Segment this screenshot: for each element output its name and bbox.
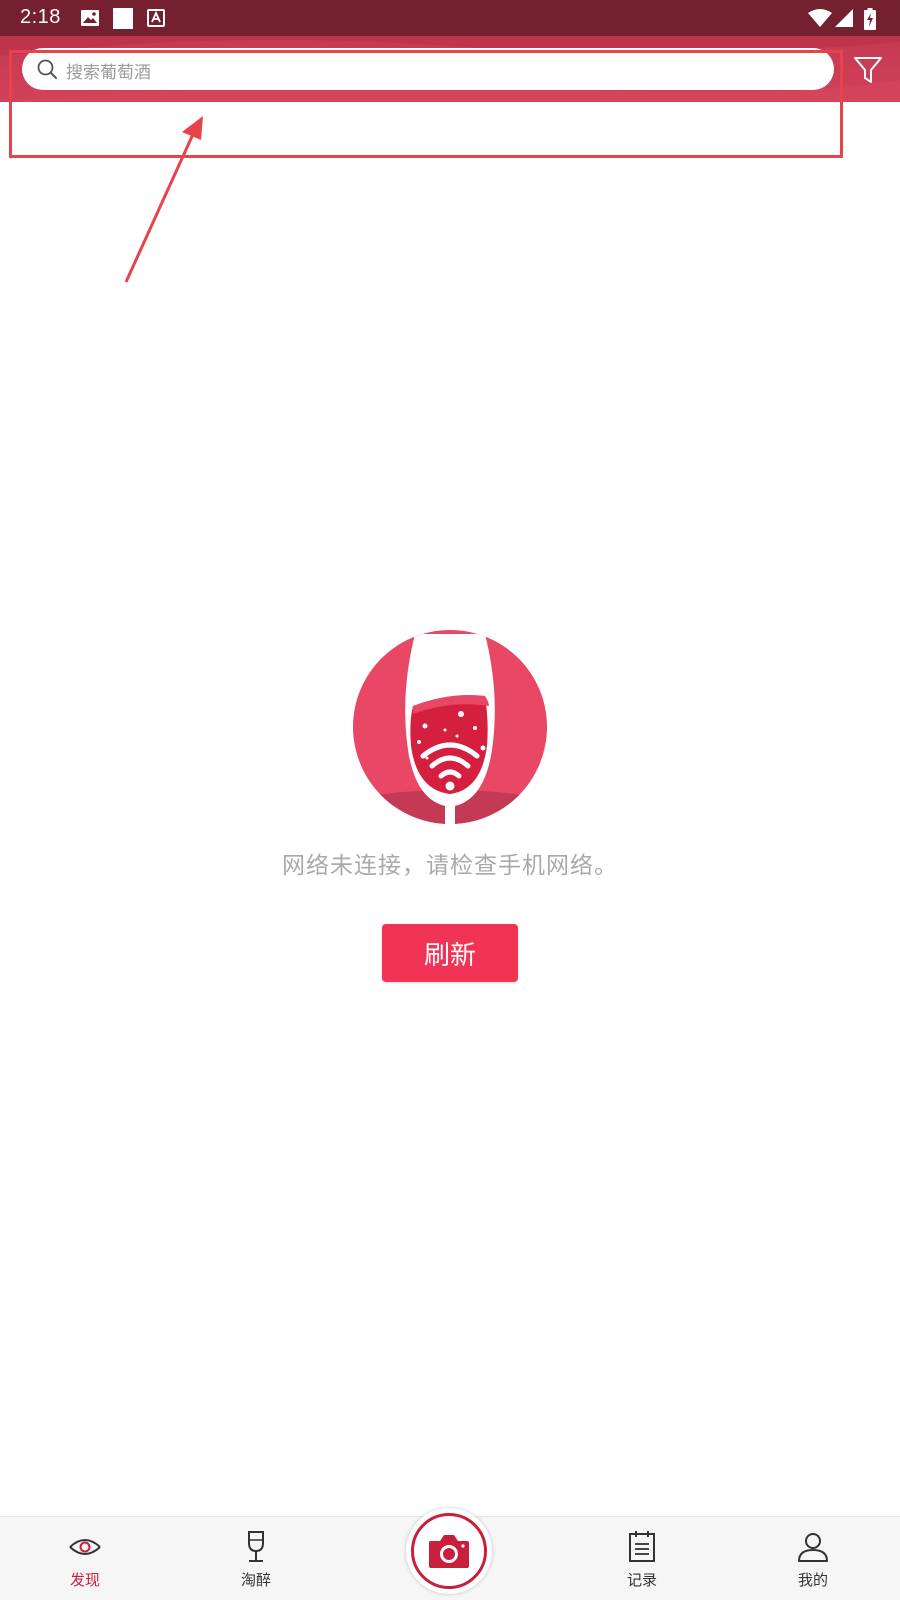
nav-item-taozui[interactable]: 淘醉	[211, 1529, 301, 1590]
wine-glass-icon	[248, 1531, 264, 1562]
nav-item-discover[interactable]: 发现	[40, 1529, 130, 1590]
network-error-message: 网络未连接，请检查手机网络。	[282, 853, 618, 879]
network-error-state: 网络未连接，请检查手机网络。	[0, 630, 900, 880]
notepad-icon	[629, 1531, 655, 1562]
refresh-button[interactable]: 刷新	[382, 924, 518, 982]
cellular-signal-icon	[835, 9, 853, 27]
image-notification-icon	[81, 10, 99, 26]
nav-label-discover: 发现	[69, 1571, 100, 1589]
text-notification-icon	[147, 9, 165, 27]
filter-icon[interactable]	[852, 54, 884, 86]
camera-button[interactable]	[406, 1508, 492, 1594]
annotation-arrow	[124, 116, 203, 283]
nav-item-records[interactable]: 记录	[597, 1529, 687, 1590]
user-icon	[798, 1533, 828, 1562]
eye-icon	[69, 1539, 101, 1555]
camera-icon	[429, 1535, 469, 1568]
status-bar: 2:18	[0, 0, 900, 36]
nav-label-taozui: 淘醉	[240, 1571, 271, 1589]
wine-glass-wifi-illustration	[353, 630, 547, 824]
nav-item-profile[interactable]: 我的	[768, 1529, 858, 1590]
nav-label-profile: 我的	[797, 1571, 828, 1589]
nav-label-records: 记录	[626, 1571, 657, 1589]
wifi-icon	[808, 9, 832, 27]
status-time: 2:18	[20, 6, 61, 28]
blank-notification-icon	[113, 8, 133, 29]
battery-charging-icon	[864, 8, 876, 30]
